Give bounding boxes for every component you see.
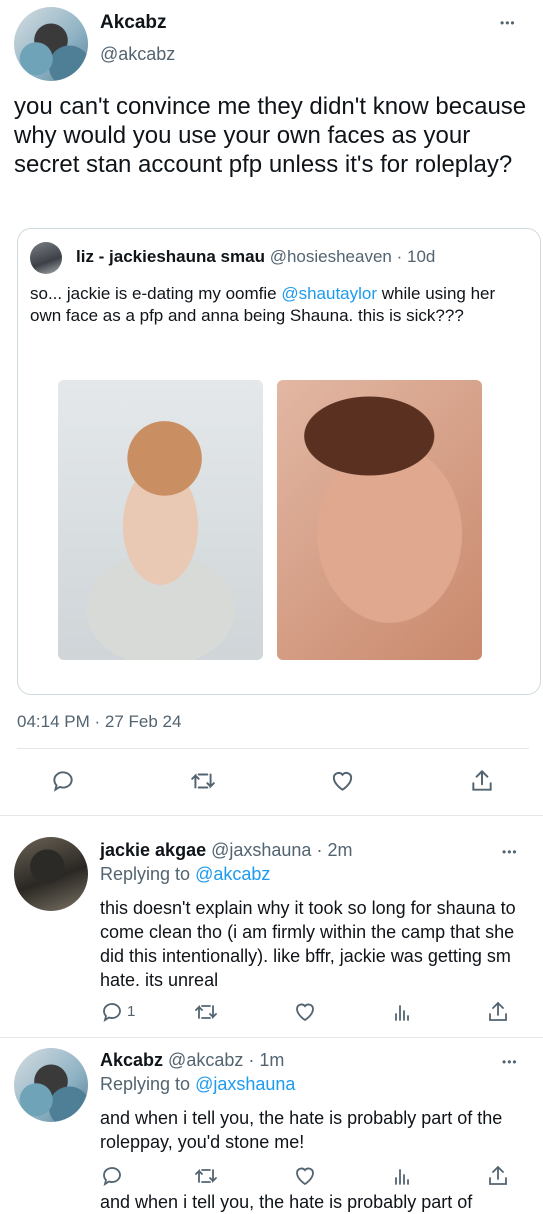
mention-link[interactable]: @jaxshauna [195, 1074, 295, 1094]
avatar[interactable] [14, 7, 88, 81]
divider [0, 1037, 543, 1038]
author-handle[interactable]: @akcabz [168, 1050, 243, 1070]
like-icon[interactable] [293, 1000, 317, 1024]
replying-to-label: Replying to [100, 864, 196, 884]
mention-link[interactable]: @akcabz [195, 864, 270, 884]
quoted-author-name: liz - jackieshauna smau [76, 247, 265, 266]
tweet-text: you can't convince me they didn't know b… [14, 93, 527, 178]
retweet-icon[interactable] [193, 1000, 219, 1024]
tweet-timestamp[interactable]: 04:14 PM · 27 Feb 24 [17, 712, 181, 732]
divider [17, 748, 529, 749]
reply-header: jackie akgae @jaxshauna · 2m [100, 840, 352, 861]
reply-age: · 1m [248, 1050, 285, 1070]
reply-icon[interactable] [50, 768, 76, 794]
replying-to-label: Replying to [100, 1074, 196, 1094]
photo[interactable] [58, 380, 263, 660]
avatar[interactable] [14, 1048, 88, 1122]
mention-link[interactable]: @shautaylor [281, 284, 377, 303]
like-icon[interactable] [329, 768, 356, 794]
quoted-header: liz - jackieshauna smau @hosiesheaven · … [76, 247, 435, 267]
share-icon[interactable] [486, 1164, 510, 1188]
quoted-tweet[interactable]: liz - jackieshauna smau @hosiesheaven · … [17, 228, 541, 695]
share-icon[interactable] [486, 1000, 510, 1024]
replying-to: Replying to @jaxshauna [100, 1074, 295, 1095]
reply-text: and when i tell you, the hate is probabl… [100, 1108, 503, 1152]
quoted-author-handle: @hosiesheaven [269, 247, 392, 266]
author-handle[interactable]: @akcabz [100, 44, 175, 65]
avatar [30, 242, 62, 274]
like-icon[interactable] [293, 1164, 317, 1188]
replying-to: Replying to @akcabz [100, 864, 270, 885]
author-name[interactable]: Akcabz [100, 12, 167, 34]
author-handle[interactable]: @jaxshauna [211, 840, 311, 860]
reply-icon[interactable] [100, 1000, 124, 1024]
author-name[interactable]: Akcabz [100, 1050, 163, 1070]
quoted-text: so... jackie is e-dating my oomfie @shau… [30, 283, 520, 327]
quoted-text-part: so... jackie is e-dating my oomfie [30, 284, 282, 303]
reply-icon[interactable] [100, 1164, 124, 1188]
more-options-icon[interactable]: ••• [502, 845, 518, 859]
avatar[interactable] [14, 837, 88, 911]
more-options-icon[interactable]: ••• [502, 1055, 518, 1069]
reply-age: · 2m [316, 840, 353, 860]
reply-text: this doesn't explain why it took so long… [100, 898, 516, 990]
analytics-icon[interactable] [390, 1164, 414, 1188]
more-options-icon[interactable]: ••• [500, 16, 516, 30]
reply-count: 1 [127, 1003, 136, 1020]
divider [0, 815, 543, 816]
share-icon[interactable] [469, 768, 495, 794]
retweet-icon[interactable] [193, 1164, 219, 1188]
cutoff-tweet-text: and when i tell you, the hate is probabl… [100, 1192, 473, 1212]
photo[interactable] [277, 380, 482, 660]
analytics-icon[interactable] [390, 1000, 414, 1024]
reply-header: Akcabz @akcabz · 1m [100, 1050, 284, 1071]
quoted-age: · 10d [396, 247, 436, 266]
retweet-icon[interactable] [189, 768, 217, 794]
author-name[interactable]: jackie akgae [100, 840, 206, 860]
